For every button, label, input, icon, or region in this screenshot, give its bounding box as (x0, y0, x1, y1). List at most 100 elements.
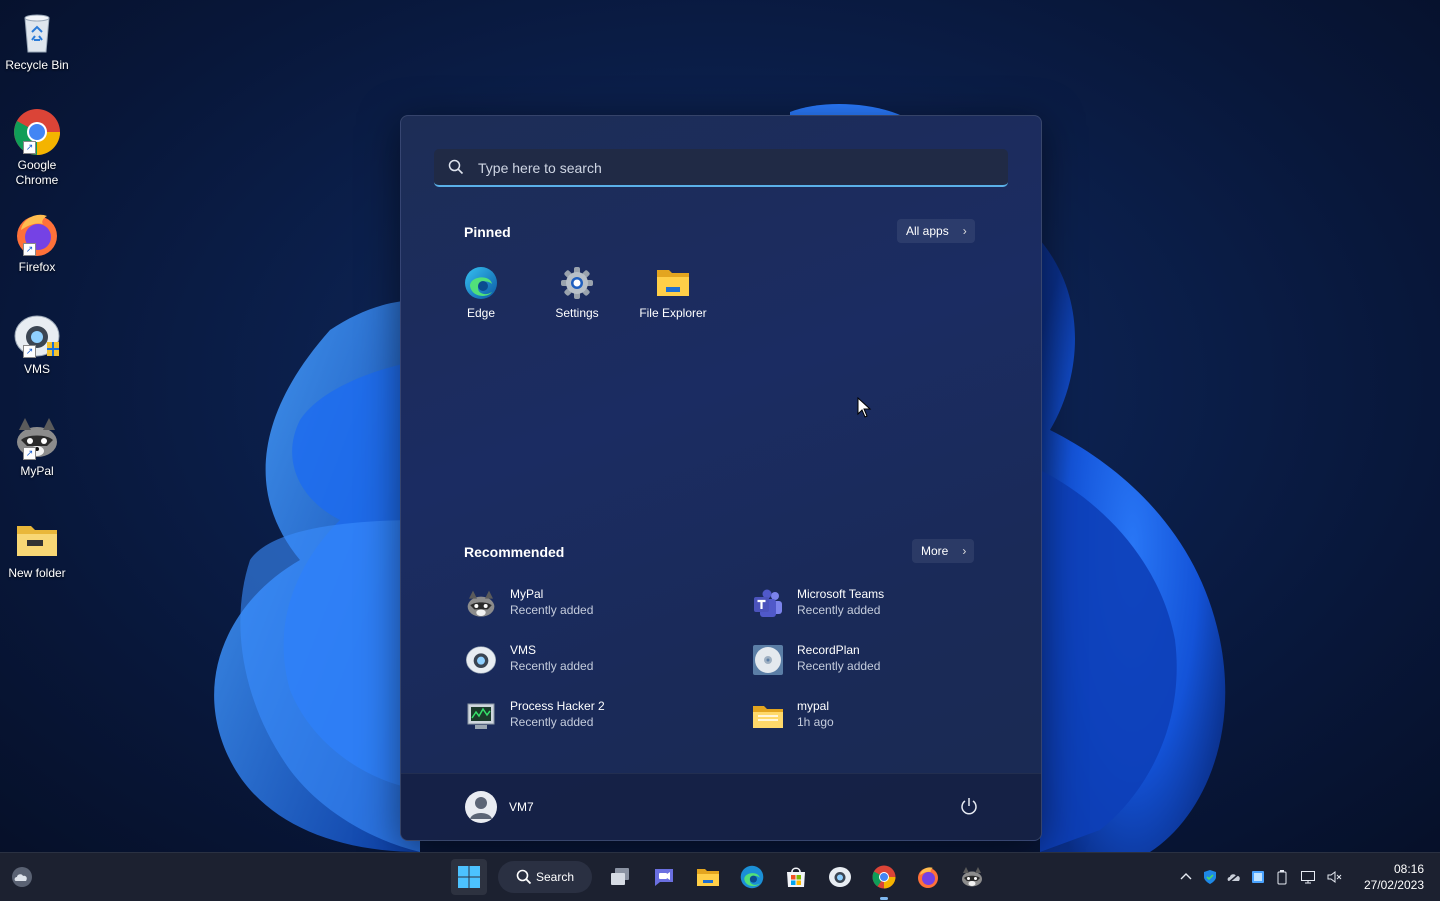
desktop-icon-label: Recycle Bin (5, 58, 69, 72)
clock-date: 27/02/2023 (1363, 878, 1424, 892)
recycle-bin-icon (13, 8, 61, 56)
recommended-item-mypal[interactable]: MyPal Recently added (465, 582, 725, 626)
pinned-heading: Pinned (464, 224, 511, 240)
shortcut-arrow-icon: ↗ (23, 141, 36, 154)
task-view-icon (611, 868, 629, 885)
recommended-item-name: RecordPlan (797, 643, 860, 657)
process-hacker-icon (465, 700, 497, 732)
show-hidden-icons-chevron-up-icon[interactable] (1178, 869, 1194, 885)
desktop-icon-mypal[interactable]: ↗ MyPal (2, 414, 72, 479)
recommended-item-subtitle: Recently added (510, 659, 594, 673)
recommended-item-vms[interactable]: VMS Recently added (465, 638, 725, 682)
taskbar: Search 08:16 27/02/2023 (0, 852, 1440, 901)
desktop-icon-recycle-bin[interactable]: Recycle Bin (2, 8, 72, 73)
recommended-item-process-hacker[interactable]: Process Hacker 2 Recently added (465, 694, 725, 738)
folder-icon (13, 516, 61, 564)
start-menu: Pinned All apps › Edge (400, 115, 1042, 841)
taskbar-edge[interactable] (734, 859, 770, 895)
edge-icon (464, 266, 498, 300)
mypal-icon (465, 588, 497, 620)
chrome-icon: ↗ (13, 108, 61, 156)
taskbar-google-chrome[interactable] (866, 859, 902, 895)
chat-icon (655, 869, 673, 886)
shortcut-arrow-icon: ↗ (23, 447, 36, 460)
chevron-right-icon: › (962, 224, 967, 238)
edge-icon (740, 865, 764, 889)
desktop-icon-vms[interactable]: ↗ VMS (2, 312, 72, 377)
folder-icon (656, 266, 690, 300)
taskbar-search-label: Search (536, 870, 575, 884)
shortcut-arrow-icon: ↗ (23, 243, 36, 256)
search-icon (516, 869, 532, 885)
clock-time: 08:16 (1393, 862, 1424, 876)
more-label: More (921, 544, 949, 558)
recommended-item-subtitle: 1h ago (797, 715, 834, 729)
task-view-button[interactable] (602, 859, 638, 895)
shortcut-arrow-icon: ↗ (23, 345, 36, 358)
user-name[interactable]: VM7 (509, 800, 534, 814)
more-button[interactable]: More › (912, 539, 975, 563)
desktop-icon-label: MyPal (20, 464, 54, 478)
taskbar-firefox[interactable] (910, 859, 946, 895)
recommended-heading: Recommended (464, 544, 565, 560)
teams-icon (752, 588, 784, 620)
recommended-item-recordplan[interactable]: RecordPlan Recently added (752, 638, 1012, 682)
chrome-icon (872, 865, 896, 889)
desktop-icon-google-chrome[interactable]: ↗ Google Chrome (2, 108, 72, 188)
battery-icon[interactable] (1274, 869, 1290, 885)
recommended-item-name: Process Hacker 2 (510, 699, 605, 713)
all-apps-label: All apps (906, 224, 949, 238)
desktop-icon-new-folder[interactable]: New folder (2, 516, 72, 581)
store-icon (787, 867, 805, 887)
firefox-icon: ↗ (13, 210, 61, 258)
widgets-button[interactable] (4, 859, 40, 895)
power-icon (961, 798, 977, 815)
network-icon[interactable] (1300, 869, 1316, 885)
folder-icon (697, 869, 719, 886)
mouse-cursor-icon (857, 397, 872, 418)
taskbar-microsoft-store[interactable] (778, 859, 814, 895)
taskbar-file-explorer[interactable] (690, 859, 726, 895)
pinned-app-label: Edge (466, 306, 496, 320)
mypal-icon: ↗ (13, 414, 61, 462)
pinned-app-settings[interactable]: Settings (529, 264, 625, 320)
start-button[interactable] (451, 859, 487, 895)
user-icon (470, 797, 492, 819)
windows-logo-icon (458, 866, 480, 888)
vms-icon: ↗ (13, 312, 61, 360)
weather-cloud-icon (12, 867, 32, 887)
power-button[interactable] (959, 796, 979, 821)
gear-icon (560, 266, 594, 300)
recommended-item-subtitle: Recently added (510, 603, 594, 617)
start-search-box[interactable] (434, 149, 1008, 187)
pinned-app-edge[interactable]: Edge (433, 264, 529, 320)
start-search-input[interactable] (476, 149, 1000, 187)
vms-icon (465, 644, 497, 676)
chevron-right-icon: › (962, 544, 967, 558)
recommended-item-subtitle: Recently added (797, 659, 881, 673)
recommended-item-microsoft-teams[interactable]: Microsoft Teams Recently added (752, 582, 1012, 626)
desktop-icon-label: VMS (23, 362, 50, 376)
disc-icon (752, 644, 784, 676)
desktop-icon-label: New folder (8, 566, 66, 580)
pinned-app-file-explorer[interactable]: File Explorer (625, 264, 721, 320)
desktop-icon-firefox[interactable]: ↗ Firefox (2, 210, 72, 275)
taskbar-mypal[interactable] (954, 859, 990, 895)
app-tray-icon[interactable] (1250, 869, 1266, 885)
user-avatar[interactable] (465, 791, 497, 823)
taskbar-clock[interactable]: 08:16 27/02/2023 (1356, 861, 1424, 893)
security-shield-icon[interactable] (1202, 869, 1218, 885)
mypal-icon (962, 867, 982, 887)
taskbar-vms[interactable] (822, 859, 858, 895)
search-icon (448, 159, 464, 175)
desktop-icon-label: Firefox (18, 260, 56, 274)
firefox-icon (918, 867, 938, 888)
recommended-item-mypal-folder[interactable]: mypal 1h ago (752, 694, 1012, 738)
all-apps-button[interactable]: All apps › (897, 219, 975, 243)
volume-muted-icon[interactable] (1326, 869, 1342, 885)
chat-button[interactable] (646, 859, 682, 895)
recommended-item-name: VMS (510, 643, 537, 657)
onedrive-cloud-icon[interactable] (1226, 869, 1242, 885)
recommended-item-subtitle: Recently added (797, 603, 881, 617)
taskbar-search-button[interactable]: Search (498, 861, 592, 893)
